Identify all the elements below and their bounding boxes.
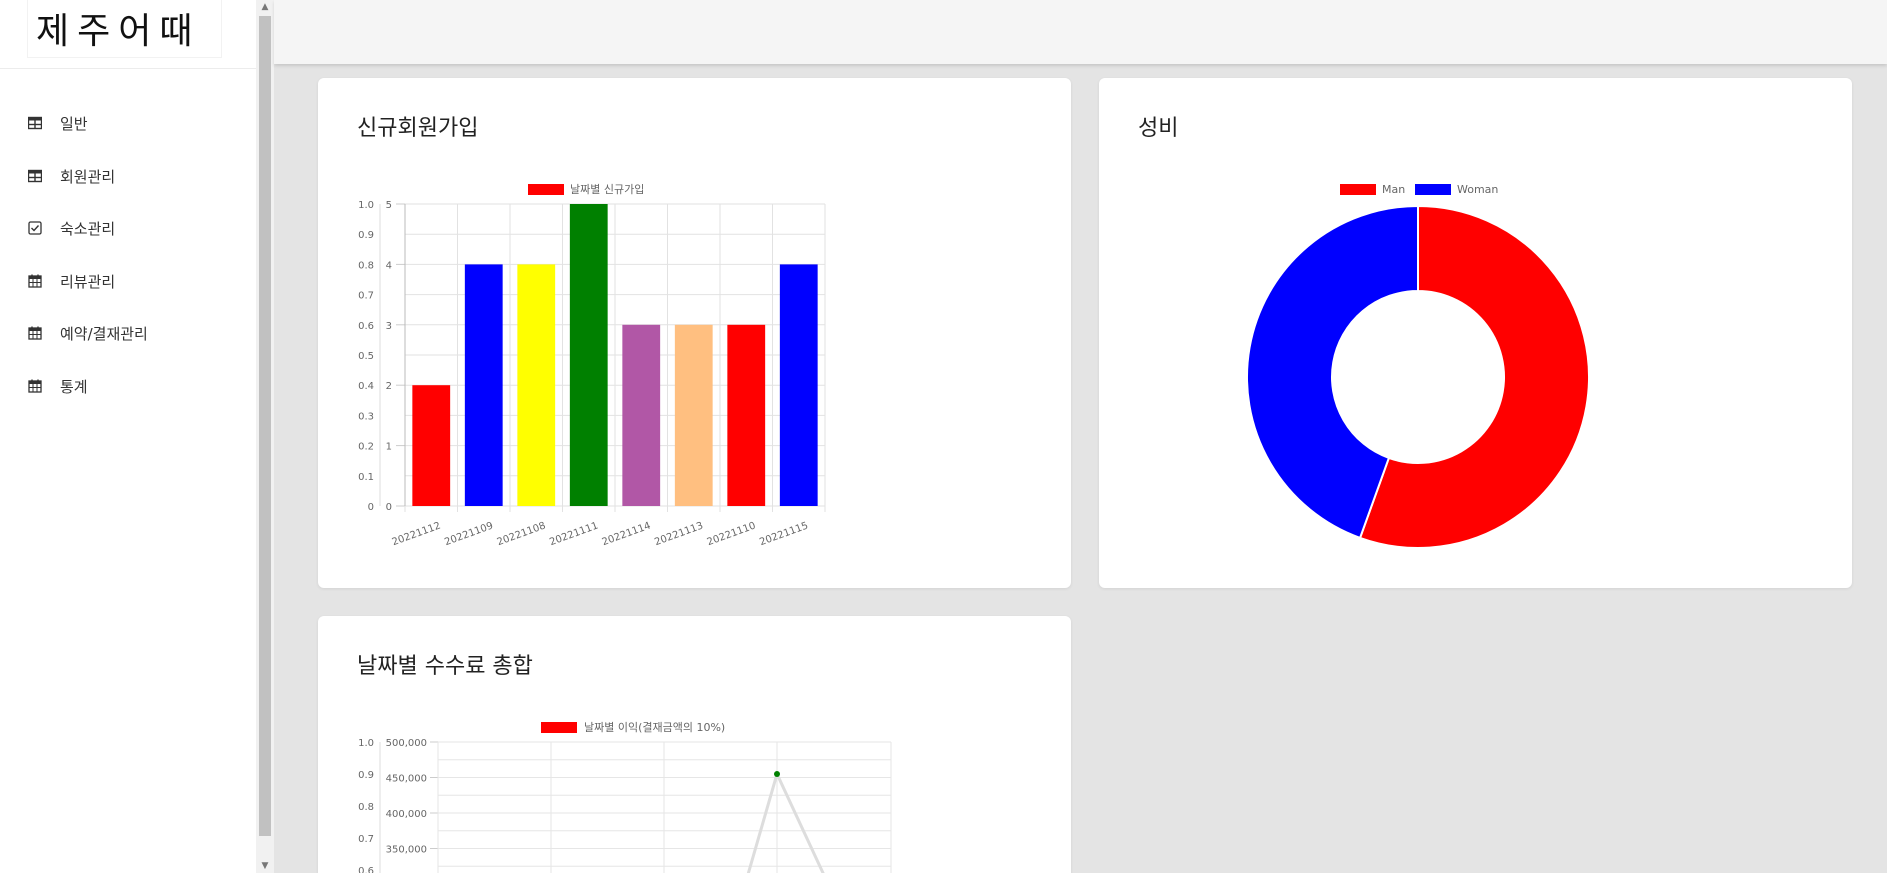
legend-label: Woman [1457,183,1498,196]
logo[interactable]: 제주어때 [28,0,221,57]
sidebar-item-statistics[interactable]: 통계 [28,374,88,398]
legend-swatch [541,722,577,733]
y2-tick-label: 0.5 [358,351,374,362]
sidebar-item-members[interactable]: 회원관리 [28,164,115,188]
x-tick-label: 20221115 [758,520,810,548]
y2-tick-label: 0.7 [358,291,374,302]
calendar-icon [28,274,42,288]
gender-card: 성비 Man Woman [1099,78,1852,588]
sidebar-item-label: 예약/결재관리 [60,324,148,343]
y-tick-label: 0 [386,502,392,513]
scrollbar-thumb[interactable] [259,16,271,836]
y-tick-label: 3 [386,321,392,332]
legend-swatch [1415,184,1451,195]
y2-tick-label: 1.0 [358,200,374,211]
y-tick-label: 1 [386,442,392,453]
signup-bar-chart: 날짜별 신규가입 0 0.1 0.2 0.3 0.4 0.5 0.6 0.7 0.8 0.9 1.0 0… [358,183,826,548]
table-icon [28,169,42,183]
sidebar: 제주어때 일반 회원관리 숙소관리 리뷰관리 예약/결재관리 통계 [0,0,256,873]
data-point [774,770,780,777]
x-tick-label: 20221108 [496,520,548,548]
top-header-bar [274,0,1887,64]
y-tick-label: 2 [386,381,392,392]
sidebar-item-lodging[interactable]: 숙소관리 [28,216,115,240]
checkbox-icon [28,221,42,235]
y2-tick-label: 0.8 [358,260,374,271]
x-tick-label: 20221112 [391,520,443,548]
y2-tick-label: 0.9 [358,770,374,781]
bar [569,204,608,506]
y2-tick-label: 0.6 [358,866,374,873]
series-line [746,769,825,873]
bar [412,385,451,506]
scroll-up-arrow-icon[interactable]: ▲ [256,0,274,14]
sidebar-scrollbar[interactable]: ▲ ▼ [256,0,274,873]
bar [622,324,661,506]
calendar-icon [28,326,42,340]
x-tick-label: 20221110 [706,520,758,548]
sidebar-divider [0,68,256,69]
sidebar-item-reviews[interactable]: 리뷰관리 [28,269,115,293]
y2-tick-label: 0.4 [358,381,374,392]
sidebar-item-general[interactable]: 일반 [28,111,88,135]
y-tick-label: 400,000 [386,809,427,820]
y-tick-label: 500,000 [386,738,427,749]
sidebar-item-label: 통계 [60,377,88,396]
logo-text: 제주어때 [36,11,201,52]
y-tick-label: 4 [386,260,392,271]
x-tick-label: 20221114 [601,520,653,548]
sidebar-item-label: 숙소관리 [60,219,116,238]
legend-label: Man [1382,183,1405,196]
bar [727,324,766,506]
sidebar-item-label: 리뷰관리 [60,272,116,291]
y2-tick-label: 0.9 [358,230,374,241]
y-tick-label: 5 [386,200,392,211]
sidebar-item-reservations[interactable]: 예약/결재관리 [28,321,148,345]
x-tick-label: 20221113 [653,520,705,548]
y-tick-label: 450,000 [386,774,427,785]
legend-label: 날짜별 신규가입 [570,183,644,196]
y2-tick-label: 0 [368,502,374,513]
signup-card: 신규회원가입 날짜별 신규가입 0 0.1 0.2 0.3 0.4 0.5 0.6 0.7 0.8… [318,78,1071,588]
y2-tick-label: 0.8 [358,802,374,813]
bar [674,324,713,506]
bar [464,264,503,506]
legend-swatch [528,184,564,195]
fees-line-chart: 날짜별 이익(결재금액의 10%) 1.0 0.9 0.8 0.7 0.6 500,000 4… [358,721,892,873]
fees-card: 날짜별 수수료 총합 날짜별 이익(결재금액의 10%) 1.0 0.9 0.8 0.7… [318,616,1071,873]
sidebar-item-label: 회원관리 [60,167,116,186]
y2-tick-label: 1.0 [358,738,374,749]
scroll-down-arrow-icon[interactable]: ▼ [256,859,274,873]
table-icon [28,116,42,130]
y2-tick-label: 0.7 [358,834,374,845]
y-tick-label: 350,000 [386,845,427,856]
y2-tick-label: 0.1 [358,472,374,483]
bar [517,264,556,506]
x-tick-label: 20221109 [443,520,495,548]
y2-tick-label: 0.6 [358,321,374,332]
calendar-icon [28,379,42,393]
x-tick-label: 20221111 [548,520,600,548]
legend-swatch [1340,184,1376,195]
y2-tick-label: 0.3 [358,411,374,422]
gender-doughnut-chart: Man Woman [1246,183,1590,549]
sidebar-item-label: 일반 [60,114,88,133]
legend-label: 날짜별 이익(결재금액의 10%) [584,721,725,734]
y2-tick-label: 0.2 [358,442,374,453]
bar [779,264,818,506]
